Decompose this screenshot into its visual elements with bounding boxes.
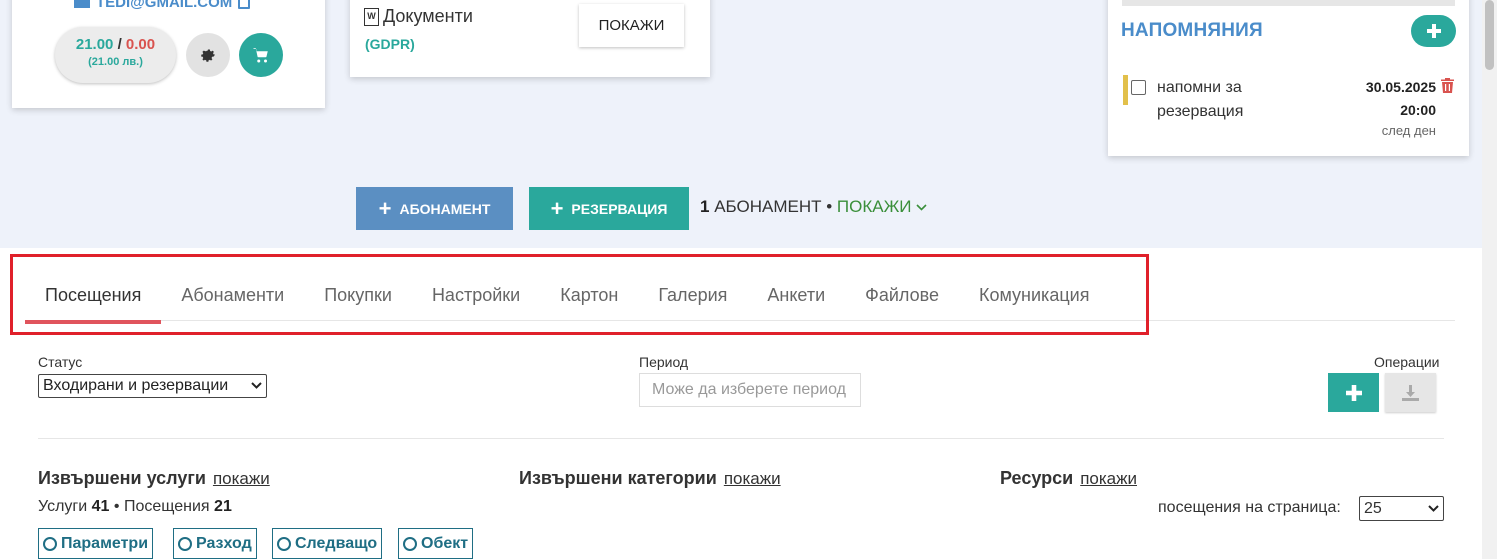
toggle-next[interactable]: Следващо xyxy=(272,528,383,559)
subscription-show-label: ПОКАЖИ xyxy=(836,197,912,216)
section-divider xyxy=(38,438,1444,439)
resources-section-title: Ресурси покажи xyxy=(1000,468,1137,489)
reminder-relative-time: след ден xyxy=(1381,123,1436,138)
period-label: Период xyxy=(639,354,689,370)
scrollbar[interactable] xyxy=(1482,0,1497,559)
toggle-object[interactable]: Обект xyxy=(398,528,474,559)
plus-icon xyxy=(1426,24,1441,38)
chevron-down-icon xyxy=(916,204,927,211)
scrollbar-thumb[interactable] xyxy=(1485,0,1494,70)
reminder-text: напомни за резервация xyxy=(1157,79,1244,120)
per-page-value: 25 xyxy=(1364,499,1382,517)
reminder-date: 30.05.2025 xyxy=(1365,79,1436,95)
add-subscription-label: АБОНАМЕНТ xyxy=(399,200,491,217)
documents-subtitle: (GDPR) xyxy=(365,36,415,52)
resources-show-link[interactable]: покажи xyxy=(1080,469,1137,488)
categories-title: Извършени категории xyxy=(519,468,717,488)
highlight-frame xyxy=(10,254,1149,335)
status-select[interactable]: Входирани и резервации xyxy=(38,374,267,398)
balance-positive: 21.00 xyxy=(75,36,114,53)
per-page-label: посещения на страница: xyxy=(1158,499,1341,516)
toggle-object-label: Обект xyxy=(421,534,469,552)
add-reservation-label: РЕЗЕРВАЦИЯ xyxy=(571,200,668,217)
plus-icon: + xyxy=(550,195,564,221)
subscription-count: 1 xyxy=(700,197,710,216)
status-select-value: Входирани и резервации xyxy=(43,377,229,394)
circle-icon xyxy=(178,536,192,551)
balance-negative: 0.00 xyxy=(125,36,156,53)
visit-stats: Услуги 41 • Посещения 21 xyxy=(38,498,232,516)
download-button[interactable] xyxy=(1385,373,1436,412)
client-email-text: TEDI@GMAIL.COM xyxy=(96,0,233,11)
download-icon xyxy=(1402,384,1419,401)
subscription-summary-text: АБОНАМЕНТ • xyxy=(714,197,833,216)
plus-icon: + xyxy=(378,195,392,221)
cart-icon xyxy=(253,48,268,63)
services-show-link[interactable]: покажи xyxy=(213,469,270,488)
balance-separator: / xyxy=(117,36,122,53)
trash-icon[interactable] xyxy=(1441,78,1454,93)
reminder-checkbox[interactable] xyxy=(1131,80,1146,95)
toggle-expense[interactable]: Разход xyxy=(173,528,257,559)
client-email[interactable]: TEDI@GMAIL.COM xyxy=(74,0,251,11)
period-input[interactable]: Може да изберете период xyxy=(639,373,861,407)
balance-currency-note: (21.00 лв.) xyxy=(88,56,143,68)
categories-section-title: Извършени категории покажи xyxy=(519,468,781,489)
client-card: TEDI@GMAIL.COM 21.00 / 0.00 (21.00 лв.) xyxy=(12,0,325,108)
toggle-parameters[interactable]: Параметри xyxy=(38,528,154,559)
circle-icon xyxy=(43,536,57,551)
word-document-icon: W xyxy=(364,7,379,26)
services-title: Извършени услуги xyxy=(38,468,206,488)
subscription-show-link[interactable]: ПОКАЖИ xyxy=(837,197,927,216)
stats-separator: • xyxy=(113,498,120,515)
services-section-title: Извършени услуги покажи xyxy=(38,468,270,489)
reminder-priority-bar xyxy=(1123,75,1128,105)
plus-icon xyxy=(1345,384,1362,401)
add-visit-button[interactable] xyxy=(1328,373,1379,412)
services-stat-label: Услуги xyxy=(38,498,88,515)
toggle-expense-label: Разход xyxy=(196,534,252,552)
documents-title: Документи xyxy=(383,6,473,26)
services-stat-count: 41 xyxy=(91,498,110,515)
add-subscription-button[interactable]: + АБОНАМЕНТ xyxy=(356,187,513,230)
balance-pill: 21.00 / 0.00 (21.00 лв.) xyxy=(55,27,176,83)
copy-icon[interactable] xyxy=(238,0,251,9)
toggle-next-label: Следващо xyxy=(295,534,378,552)
settings-button[interactable] xyxy=(186,33,230,77)
categories-show-link[interactable]: покажи xyxy=(724,469,781,488)
documents-show-button[interactable]: ПОКАЖИ xyxy=(579,4,684,47)
reminders-title: НАПОМНЯНИЯ xyxy=(1121,20,1263,41)
circle-icon xyxy=(277,536,291,551)
chevron-down-icon xyxy=(1428,504,1439,512)
cart-button[interactable] xyxy=(239,33,283,77)
reminders-card: НАПОМНЯНИЯ напомни за резервация 30.05.2… xyxy=(1108,0,1469,156)
visits-stat-count: 21 xyxy=(214,498,232,515)
reminder-time: 20:00 xyxy=(1400,102,1436,118)
reminders-top-bar xyxy=(1122,0,1455,6)
add-reminder-button[interactable] xyxy=(1411,15,1456,47)
envelope-icon xyxy=(74,0,90,8)
chevron-down-icon xyxy=(251,382,262,389)
add-reservation-button[interactable]: + РЕЗЕРВАЦИЯ xyxy=(529,187,689,230)
gear-icon xyxy=(201,49,216,62)
per-page-select[interactable]: 25 xyxy=(1359,496,1444,521)
status-label: Статус xyxy=(38,354,83,370)
toggle-parameters-label: Параметри xyxy=(61,534,149,552)
visits-stat-label: Посещения xyxy=(123,498,210,515)
circle-icon xyxy=(403,536,417,551)
documents-card: W Документи (GDPR) ПОКАЖИ xyxy=(350,0,710,77)
resources-title: Ресурси xyxy=(1000,468,1074,488)
operations-label: Операции xyxy=(1374,354,1440,370)
subscription-summary: 1 АБОНАМЕНТ • ПОКАЖИ xyxy=(700,197,927,217)
documents-title-row: W Документи xyxy=(364,6,473,27)
